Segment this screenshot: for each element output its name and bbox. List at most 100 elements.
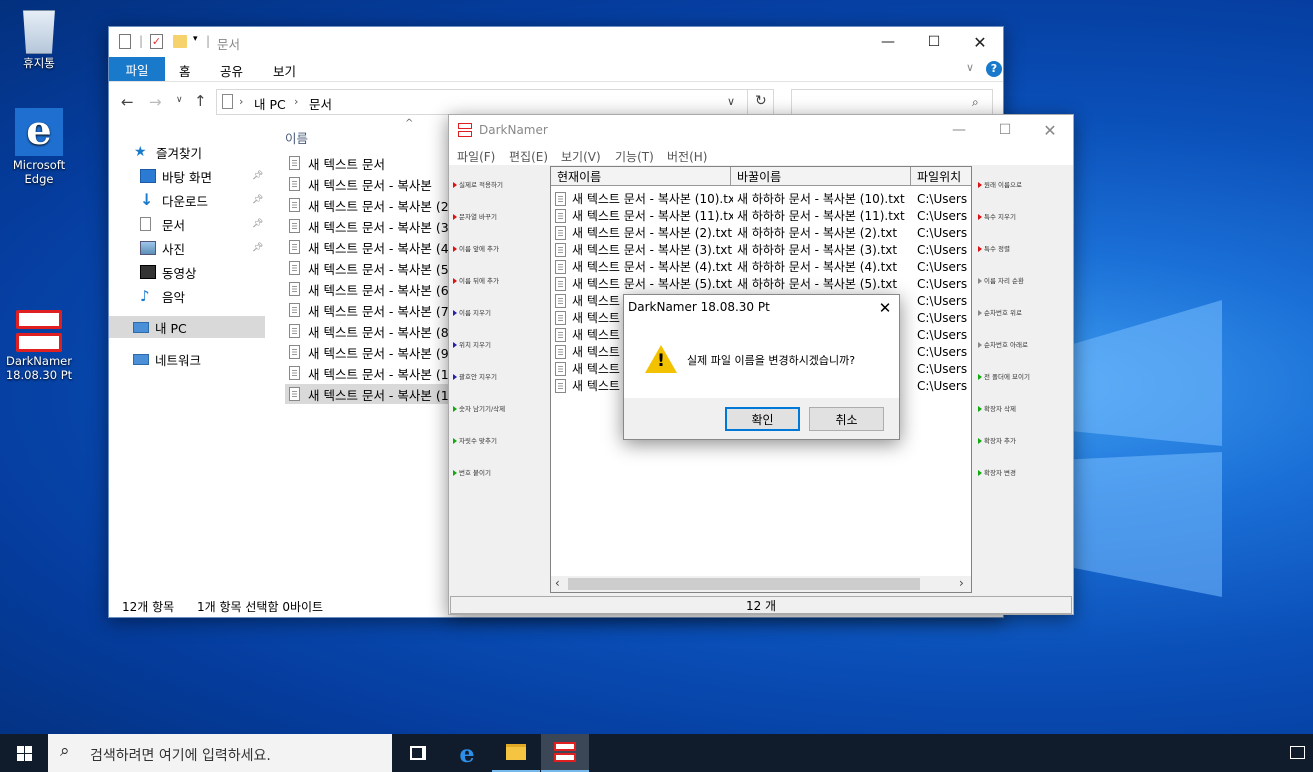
nav-desktop[interactable]: 바탕 화면 xyxy=(140,165,212,187)
tool-button[interactable]: 순차번호 아래로 xyxy=(978,339,1028,349)
maximize-button[interactable]: ☐ xyxy=(982,115,1028,145)
properties-icon[interactable] xyxy=(119,34,131,49)
pin-icon[interactable]: 📌︎ xyxy=(252,243,263,253)
checkmark-icon[interactable]: ✓ xyxy=(150,34,163,49)
desktop-icon-darknamer[interactable]: DarkNamer 18.08.30 Pt xyxy=(0,310,79,382)
dialog-close-button[interactable]: ✕ xyxy=(873,297,897,319)
search-box[interactable]: ⌕ xyxy=(791,89,993,115)
desktop-icon-edge[interactable]: e Microsoft Edge xyxy=(0,108,79,187)
tool-button[interactable]: 전 폴더에 묘이기 xyxy=(978,371,1030,381)
tool-button[interactable]: 확장자 추가 xyxy=(978,435,1016,445)
menu-tools[interactable]: 기능(T) xyxy=(615,148,654,165)
taskbar-file-explorer[interactable] xyxy=(492,734,540,772)
desktop-icon-recycle-bin[interactable]: 휴지통 xyxy=(0,10,79,70)
nav-videos[interactable]: 동영상 xyxy=(140,261,197,283)
column-header-name[interactable]: 이름 xyxy=(285,128,308,147)
folder-icon[interactable] xyxy=(173,35,187,48)
file-list-item[interactable]: 새 텍스트 문서 - 복사본 (1 xyxy=(285,363,451,383)
tool-button[interactable]: 순차번호 위로 xyxy=(978,307,1022,317)
tool-button[interactable]: 자릿수 맞추기 xyxy=(453,435,497,445)
tool-button[interactable]: 이름 뒤에 추가 xyxy=(453,275,499,285)
nav-this-pc[interactable]: 내 PC xyxy=(109,316,265,338)
task-view-button[interactable] xyxy=(394,734,442,772)
pin-icon[interactable]: 📌︎ xyxy=(252,195,263,205)
tool-button[interactable]: 특수 정렬 xyxy=(978,243,1010,253)
file-list-item[interactable]: 새 텍스트 문서 - 복사본 (5 xyxy=(285,258,451,278)
up-arrow-icon[interactable]: ↑ xyxy=(194,92,207,110)
minimize-button[interactable]: — xyxy=(865,27,911,57)
taskbar-edge[interactable]: e xyxy=(443,734,491,772)
forward-arrow-icon[interactable]: → xyxy=(149,93,162,111)
recent-locations-icon[interactable]: ∨ xyxy=(176,95,183,105)
column-header-new[interactable]: 바꿀이름 xyxy=(731,167,911,186)
chevron-down-icon[interactable]: ∨ xyxy=(727,95,735,108)
tab-home[interactable]: 홈 xyxy=(179,61,191,80)
tab-view[interactable]: 보기 xyxy=(273,61,296,80)
refresh-icon[interactable]: ↻ xyxy=(755,93,767,109)
tool-button[interactable]: 확장자 변경 xyxy=(978,467,1016,477)
tool-button[interactable]: 괄호안 지우기 xyxy=(453,371,497,381)
tool-button[interactable]: 원래 이름으로 xyxy=(978,179,1022,189)
file-list-item[interactable]: 새 텍스트 문서 - 복사본 (6 xyxy=(285,279,451,299)
explorer-titlebar[interactable]: | ✓ ▾ | 문서 — ☐ ✕ xyxy=(109,27,1003,57)
back-arrow-icon[interactable]: ← xyxy=(121,93,134,111)
minimize-button[interactable]: — xyxy=(936,115,982,145)
nav-quick-access[interactable]: ★ 즐겨찾기 xyxy=(134,141,202,163)
address-bar[interactable]: › 내 PC › 문서 ∨ ↻ xyxy=(216,89,774,115)
file-list-item[interactable]: 새 텍스트 문서 - 복사본 (8 xyxy=(285,321,451,341)
help-icon[interactable]: ? xyxy=(986,61,1002,77)
menu-file[interactable]: 파일(F) xyxy=(457,148,495,165)
tool-button[interactable]: 이름 자리 순환 xyxy=(978,275,1024,285)
nav-network[interactable]: 네트워크 xyxy=(133,348,201,370)
tool-button[interactable]: 위치 지우기 xyxy=(453,339,491,349)
file-list-item[interactable]: 새 텍스트 문서 - 복사본 (1 xyxy=(285,384,451,404)
menu-edit[interactable]: 편집(E) xyxy=(509,148,548,165)
nav-documents[interactable]: 문서 xyxy=(140,213,185,235)
ok-button[interactable]: 확인 xyxy=(725,407,800,431)
pin-icon[interactable]: 📌︎ xyxy=(252,219,263,229)
file-list-item[interactable]: 새 텍스트 문서 - 복사본 (7 xyxy=(285,300,451,320)
tool-button[interactable]: 확장자 삭제 xyxy=(978,403,1016,413)
taskbar-search[interactable]: ⌕ 검색하려면 여기에 입력하세요. xyxy=(48,734,392,772)
start-button[interactable] xyxy=(0,734,48,772)
column-header-current[interactable]: 현재이름 xyxy=(551,167,731,186)
maximize-button[interactable]: ☐ xyxy=(911,27,957,57)
menu-version[interactable]: 버전(H) xyxy=(667,148,707,165)
cancel-button[interactable]: 취소 xyxy=(809,407,884,431)
tool-button[interactable]: 이름 앞에 추가 xyxy=(453,243,499,253)
tab-file[interactable]: 파일 xyxy=(109,57,165,81)
tool-button[interactable]: 숫자 남기기/삭제 xyxy=(453,403,505,413)
darknamer-titlebar[interactable]: DarkNamer — ☐ ✕ xyxy=(449,115,1073,145)
nav-music[interactable]: ♪ 음악 xyxy=(140,285,185,307)
file-list-item[interactable]: 새 텍스트 문서 - 복사본 (2 xyxy=(285,195,451,215)
nav-pictures[interactable]: 사진 xyxy=(140,237,185,259)
close-button[interactable]: ✕ xyxy=(957,27,1003,57)
horizontal-scrollbar[interactable]: ‹ › xyxy=(551,576,971,592)
tool-button[interactable]: 이름 지우기 xyxy=(453,307,491,317)
tab-share[interactable]: 공유 xyxy=(220,61,243,80)
menu-view[interactable]: 보기(V) xyxy=(561,148,601,165)
tool-button[interactable]: 특수 지우기 xyxy=(978,211,1016,221)
tool-button[interactable]: 문자열 바꾸기 xyxy=(453,211,497,221)
tool-button[interactable]: 번호 붙이기 xyxy=(453,467,491,477)
file-list-item[interactable]: 새 텍스트 문서 xyxy=(285,153,451,173)
file-list-item[interactable]: 새 텍스트 문서 - 복사본 xyxy=(285,174,451,194)
scroll-left-icon[interactable]: ‹ xyxy=(555,576,560,590)
close-button[interactable]: ✕ xyxy=(1027,115,1073,145)
breadcrumb-documents[interactable]: 문서 xyxy=(309,94,332,113)
confirm-dialog[interactable]: DarkNamer 18.08.30 Pt ✕ ! 실제 파일 이름을 변경하시… xyxy=(623,294,900,440)
breadcrumb-this-pc[interactable]: 내 PC xyxy=(254,94,286,113)
tool-button[interactable]: 실제로 적용하기 xyxy=(453,179,503,189)
scrollbar-thumb[interactable] xyxy=(568,578,920,590)
column-header-path[interactable]: 파일위치 xyxy=(911,167,971,186)
taskbar-darknamer[interactable] xyxy=(541,734,589,772)
chevron-down-icon[interactable]: ∨ xyxy=(966,61,974,74)
file-list-item[interactable]: 새 텍스트 문서 - 복사본 (4 xyxy=(285,237,451,257)
file-list-item[interactable]: 새 텍스트 문서 - 복사본 (3 xyxy=(285,216,451,236)
file-list-item[interactable]: 새 텍스트 문서 - 복사본 (9 xyxy=(285,342,451,362)
scroll-right-icon[interactable]: › xyxy=(959,576,964,590)
nav-downloads[interactable]: ↓ 다운로드 xyxy=(140,189,208,211)
pin-icon[interactable]: 📌︎ xyxy=(252,171,263,181)
chevron-down-icon[interactable]: ▾ xyxy=(193,34,198,44)
notification-icon[interactable] xyxy=(1290,746,1305,759)
